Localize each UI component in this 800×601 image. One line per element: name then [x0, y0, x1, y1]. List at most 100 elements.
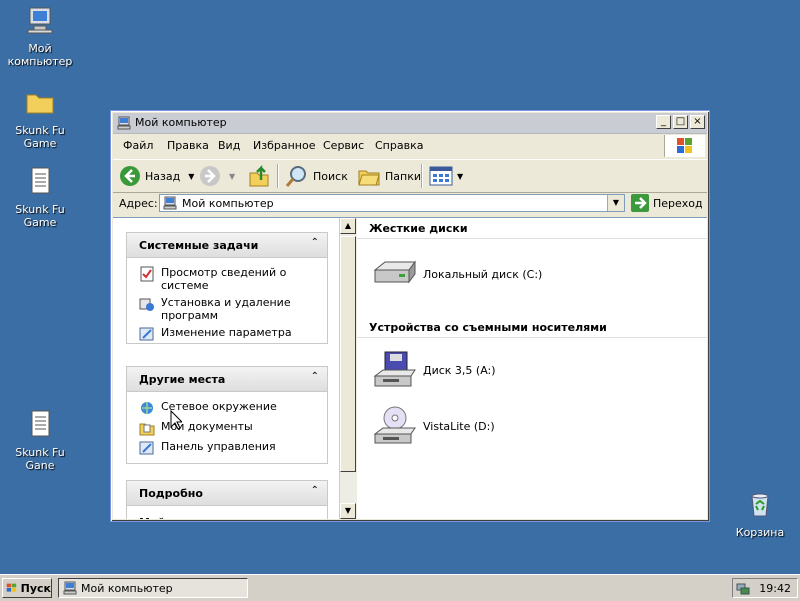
address-input[interactable]: Мой компьютер ▼: [159, 194, 625, 212]
toolbar-separator: [421, 164, 423, 188]
address-dropdown-button[interactable]: ▼: [607, 195, 624, 211]
close-button[interactable]: ×: [690, 115, 705, 129]
toolbar: Назад ▼ ▼ Поиск Папки ▼: [113, 159, 707, 193]
floppy-drive-icon: [373, 351, 416, 387]
drive-label: Локальный диск (C:): [423, 267, 543, 281]
drive-cd-d[interactable]: VistaLite (D:): [371, 406, 495, 446]
menu-file[interactable]: Файл: [123, 139, 153, 152]
task-add-remove-programs[interactable]: Установка и удаление программ: [127, 296, 327, 322]
desktop-icon-skunk-fu-gane[interactable]: Skunk Fu Gane: [2, 408, 78, 472]
panel-header[interactable]: Системные задачи ⌃: [127, 233, 327, 258]
place-network[interactable]: Сетевое окружение: [127, 400, 327, 416]
folder-icon: [26, 94, 54, 114]
scroll-thumb[interactable]: [340, 236, 356, 472]
menu-tools[interactable]: Сервис: [323, 139, 364, 152]
network-places-icon: [141, 402, 153, 414]
menu-favorites[interactable]: Избранное: [253, 139, 315, 152]
content-area: Системные задачи ⌃ Просмотр сведений о с…: [113, 217, 707, 519]
task-change-setting[interactable]: Изменение параметра: [127, 326, 327, 342]
desktop-icon-label: Мой компьютер: [7, 42, 73, 68]
task-label: Просмотр сведений о системе: [161, 266, 287, 292]
task-view-system-info[interactable]: Просмотр сведений о системе: [127, 266, 327, 292]
explorer-window: Мой компьютер _ □ × Файл Правка Вид Избр…: [110, 110, 710, 522]
views-button[interactable]: ▼: [429, 164, 463, 188]
drive-label: VistaLite (D:): [423, 419, 495, 433]
text-document-icon: [31, 167, 50, 194]
desktop-icon-label: Skunk Fu Gane: [15, 446, 65, 472]
maximize-button[interactable]: □: [673, 115, 688, 129]
chevron-down-icon[interactable]: ▼: [457, 172, 463, 181]
details-text: Мой компьютер: [127, 506, 327, 519]
up-folder-button[interactable]: [247, 164, 275, 188]
title-bar[interactable]: Мой компьютер _ □ ×: [113, 113, 707, 134]
collapse-icon[interactable]: ⌃: [311, 371, 319, 382]
chevron-down-icon[interactable]: ▼: [229, 172, 235, 181]
back-label: Назад: [145, 169, 181, 183]
go-arrow-icon[interactable]: [631, 194, 649, 212]
window-title: Мой компьютер: [135, 116, 227, 129]
forward-arrow-icon: [200, 166, 220, 186]
drive-local-c[interactable]: Локальный диск (C:): [371, 254, 542, 294]
address-bar: Адрес: Мой компьютер ▼ Переход: [113, 193, 707, 215]
chevron-down-icon[interactable]: ▼: [188, 172, 194, 181]
my-computer-icon: [27, 7, 53, 34]
forward-button[interactable]: ▼: [199, 164, 235, 188]
system-info-icon: [140, 266, 154, 282]
drive-floppy-a[interactable]: Диск 3,5 (A:): [371, 350, 496, 390]
my-computer-icon: [163, 196, 177, 210]
scroll-down-button[interactable]: ▼: [340, 503, 356, 519]
scroll-up-button[interactable]: ▲: [340, 218, 356, 234]
search-button[interactable]: Поиск: [285, 164, 348, 188]
control-panel-icon: [139, 441, 154, 455]
system-tray: 19:42: [732, 578, 798, 598]
windows-logo-icon: [6, 583, 17, 592]
folders-icon: [358, 170, 380, 186]
panel-title: Системные задачи: [139, 239, 259, 252]
system-tasks-panel: Системные задачи ⌃ Просмотр сведений о с…: [126, 232, 328, 344]
place-label: Панель управления: [161, 440, 276, 453]
network-tray-icon[interactable]: [736, 581, 750, 595]
back-button[interactable]: Назад ▼: [119, 164, 194, 188]
panel-title: Другие места: [139, 373, 226, 386]
address-label: Адрес:: [119, 197, 158, 210]
collapse-icon[interactable]: ⌃: [311, 485, 319, 496]
desktop-icon-label: Корзина: [735, 526, 785, 539]
collapse-icon[interactable]: ⌃: [311, 237, 319, 248]
panel-header[interactable]: Другие места ⌃: [127, 367, 327, 392]
taskbar: Пуск Мой компьютер 19:42: [0, 574, 800, 601]
desktop-icon-skunk-fu-folder[interactable]: Skunk Fu Game: [2, 86, 78, 150]
go-button[interactable]: Переход: [653, 197, 703, 210]
views-icon: [429, 166, 453, 186]
panel-header[interactable]: Подробно ⌃: [127, 481, 327, 506]
add-remove-icon: [139, 298, 154, 311]
group-header-hard-drives: Жесткие диски: [369, 222, 468, 235]
folders-button[interactable]: Папки: [357, 164, 421, 188]
desktop-icon-skunk-fu-doc[interactable]: Skunk Fu Game: [2, 165, 78, 229]
place-control-panel[interactable]: Панель управления: [127, 440, 327, 456]
up-folder-icon: [249, 164, 269, 187]
vertical-scrollbar[interactable]: ▲ ▼: [339, 218, 357, 519]
task-label: Изменение параметра: [161, 326, 292, 339]
desktop-icon-label: Skunk Fu Game: [15, 203, 65, 229]
mouse-cursor-icon: [170, 410, 182, 430]
start-button[interactable]: Пуск: [2, 578, 52, 598]
menu-help[interactable]: Справка: [375, 139, 423, 152]
desktop-icon-recycle-bin[interactable]: Корзина: [722, 488, 798, 539]
tasks-pane: Системные задачи ⌃ Просмотр сведений о с…: [113, 218, 339, 519]
hard-drive-icon: [373, 260, 416, 284]
panel-title: Подробно: [139, 487, 203, 500]
menu-edit[interactable]: Правка: [167, 139, 209, 152]
taskbar-item-my-computer[interactable]: Мой компьютер: [58, 578, 248, 598]
address-value: Мой компьютер: [182, 197, 274, 210]
back-arrow-icon: [120, 166, 140, 186]
my-computer-icon: [63, 581, 77, 595]
my-documents-icon: [139, 423, 155, 436]
minimize-button[interactable]: _: [656, 115, 671, 129]
place-my-documents[interactable]: Мои документы: [127, 420, 327, 436]
clock[interactable]: 19:42: [759, 582, 791, 595]
search-icon: [285, 166, 306, 187]
menu-view[interactable]: Вид: [218, 139, 240, 152]
desktop-icon-my-computer[interactable]: Мой компьютер: [2, 4, 78, 68]
group-divider: [357, 337, 707, 338]
toolbar-separator: [277, 164, 279, 188]
